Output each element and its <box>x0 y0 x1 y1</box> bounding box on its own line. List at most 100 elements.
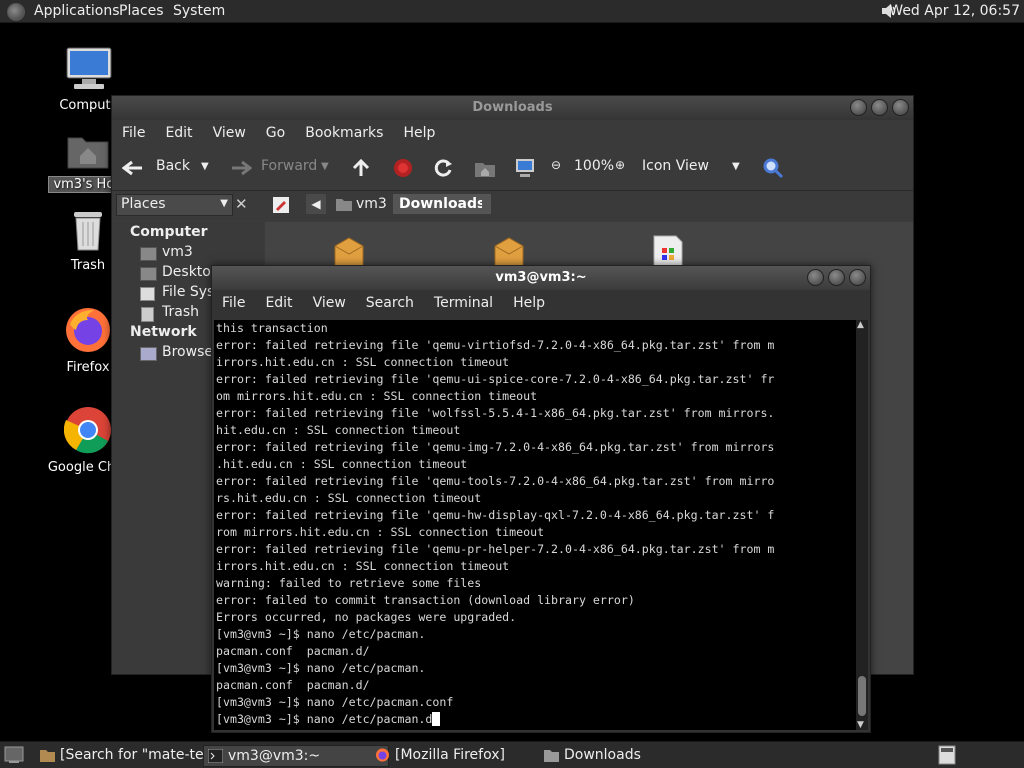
package-file-icon[interactable] <box>491 236 527 266</box>
zoom-in-icon[interactable]: ⊕ <box>615 158 625 172</box>
up-arrow-icon[interactable] <box>351 158 371 178</box>
taskbar-item-downloads[interactable]: Downloads <box>540 745 724 765</box>
view-mode-dropdown[interactable]: ▼ <box>732 161 740 172</box>
clock[interactable]: Wed Apr 12, 06:57 <box>889 3 1020 19</box>
search-icon[interactable] <box>762 157 784 179</box>
maximize-button[interactable] <box>871 99 888 116</box>
reload-icon[interactable] <box>433 158 453 178</box>
network-icon <box>140 347 157 361</box>
sidebar-item-desktop[interactable]: Desktop <box>140 264 220 281</box>
chevron-down-icon: ▼ <box>220 198 228 209</box>
sidebar-item-label: Browse <box>162 344 213 360</box>
maximize-button[interactable] <box>828 269 845 286</box>
menu-file[interactable]: File <box>122 125 145 141</box>
scrollbar-thumb[interactable] <box>858 676 866 716</box>
home-icon[interactable] <box>474 158 496 178</box>
minimize-button[interactable] <box>850 99 867 116</box>
sidebar-item-label: Trash <box>162 304 199 320</box>
sidebar-item-label: vm3 <box>162 244 193 260</box>
path-segment-label: vm3 <box>356 196 387 212</box>
menu-search[interactable]: Search <box>366 295 414 311</box>
terminal-current-input: [vm3@vm3 ~]$ nano /etc/pacman.d <box>216 712 433 726</box>
terminal-line: error: failed retrieving file 'qemu-pr-h… <box>216 542 775 556</box>
terminal-line: .hit.edu.cn : SSL connection timeout <box>216 457 468 471</box>
terminal-scrollbar[interactable]: ▲ ▼ <box>856 320 868 730</box>
taskbar-item-label: [Mozilla Firefox] <box>395 747 505 763</box>
menu-view[interactable]: View <box>213 125 246 141</box>
sidebar-heading-computer: Computer <box>130 224 208 240</box>
file-manager-toolbar: Back ▼ Forward ▼ ⊖ 100% ⊕ Icon View ▼ <box>112 146 913 191</box>
terminal-line: rom mirrors.hit.edu.cn : SSL connection … <box>216 525 545 539</box>
computer-icon <box>66 47 112 89</box>
forward-arrow-icon <box>232 160 252 176</box>
show-desktop-icon[interactable] <box>4 746 24 764</box>
system-menu[interactable]: System <box>173 3 225 19</box>
firefox-icon <box>376 748 389 762</box>
menu-terminal[interactable]: Terminal <box>434 295 493 311</box>
terminal-prompt-line[interactable]: [vm3@vm3 ~]$ nano /etc/pacman.d <box>214 711 856 728</box>
sidebar-item-trash[interactable]: Trash <box>140 304 199 322</box>
menu-go[interactable]: Go <box>266 125 285 141</box>
back-arrow-icon[interactable] <box>122 160 144 176</box>
trash-icon <box>141 307 154 322</box>
trash-icon <box>74 212 102 251</box>
desktop-folder-icon <box>140 267 157 281</box>
computer-icon[interactable] <box>514 157 536 179</box>
menu-help[interactable]: Help <box>403 125 435 141</box>
menu-edit[interactable]: Edit <box>165 125 192 141</box>
applications-menu[interactable]: Applications <box>34 3 120 19</box>
sidebar-item-vm3[interactable]: vm3 <box>140 244 193 261</box>
menu-bookmarks[interactable]: Bookmarks <box>305 125 383 141</box>
terminal-line: warning: failed to retrieve some files <box>216 576 482 590</box>
close-button[interactable] <box>892 99 909 116</box>
sidebar-item-filesystem[interactable]: File Sys <box>140 284 215 301</box>
taskbar-item-firefox[interactable]: [Mozilla Firefox] <box>371 745 555 765</box>
terminal-line: error: failed retrieving file 'qemu-ui-s… <box>216 372 775 386</box>
workspace-switcher-icon[interactable] <box>938 745 956 765</box>
view-mode-select[interactable]: Icon View <box>642 158 709 174</box>
scroll-up-icon[interactable]: ▲ <box>857 320 864 330</box>
zoom-level: 100% <box>574 158 615 174</box>
file-manager-titlebar[interactable]: Downloads <box>112 96 913 120</box>
terminal-line: [vm3@vm3 ~]$ nano /etc/pacman. <box>216 661 426 675</box>
terminal-text: this transaction error: failed retrievin… <box>214 320 856 711</box>
filesystem-icon <box>140 287 155 301</box>
close-button[interactable] <box>849 269 866 286</box>
path-vm3-button[interactable]: vm3 <box>330 194 395 214</box>
mate-logo-icon[interactable] <box>7 3 25 21</box>
back-history-dropdown[interactable]: ▼ <box>201 161 209 172</box>
places-menu[interactable]: Places <box>119 3 164 19</box>
terminal-titlebar[interactable]: vm3@vm3:~ <box>212 266 870 290</box>
forward-button: Forward <box>261 158 318 174</box>
menu-file[interactable]: File <box>222 295 245 311</box>
sidebar-item-browse-network[interactable]: Browse <box>140 344 213 361</box>
terminal-line: pacman.conf pacman.d/ <box>216 644 370 658</box>
path-downloads-button[interactable]: Downloads <box>393 194 492 214</box>
menu-edit[interactable]: Edit <box>265 295 292 311</box>
menu-help[interactable]: Help <box>513 295 545 311</box>
sidebar-selector[interactable]: Places ▼ <box>116 194 233 216</box>
terminal-line: om mirrors.hit.edu.cn : SSL connection t… <box>216 389 538 403</box>
location-bar: Places ▼ ✕ ◀ vm3 Downloads ▶ <box>112 191 913 221</box>
terminal-line: hit.edu.cn : SSL connection timeout <box>216 423 461 437</box>
menu-view[interactable]: View <box>313 295 346 311</box>
top-panel: Applications Places System Wed Apr 12, 0… <box>0 0 1024 23</box>
path-scroll-right-icon: ▶ <box>482 196 492 210</box>
taskbar-item-search[interactable]: [Search for "mate-te... <box>36 745 220 765</box>
path-scroll-left-icon[interactable]: ◀ <box>306 194 326 214</box>
terminal-line: error: failed retrieving file 'wolfssl-5… <box>216 406 775 420</box>
package-file-icon[interactable] <box>331 236 367 266</box>
minimize-button[interactable] <box>807 269 824 286</box>
zoom-out-icon[interactable]: ⊖ <box>551 158 561 172</box>
terminal-window: vm3@vm3:~ File Edit View Search Terminal Help… <box>211 265 871 733</box>
stop-icon[interactable] <box>393 158 413 178</box>
close-sidebar-icon[interactable]: ✕ <box>235 195 248 213</box>
terminal-output[interactable]: this transaction error: failed retrievin… <box>214 320 856 730</box>
document-file-icon[interactable] <box>650 234 686 266</box>
edit-location-icon[interactable] <box>272 196 290 214</box>
firefox-icon <box>66 308 110 352</box>
scroll-down-icon[interactable]: ▼ <box>857 720 864 730</box>
taskbar-item-terminal[interactable]: vm3@vm3:~ <box>203 745 389 767</box>
sidebar-item-label: File Sys <box>162 284 215 300</box>
back-button[interactable]: Back <box>156 158 190 174</box>
